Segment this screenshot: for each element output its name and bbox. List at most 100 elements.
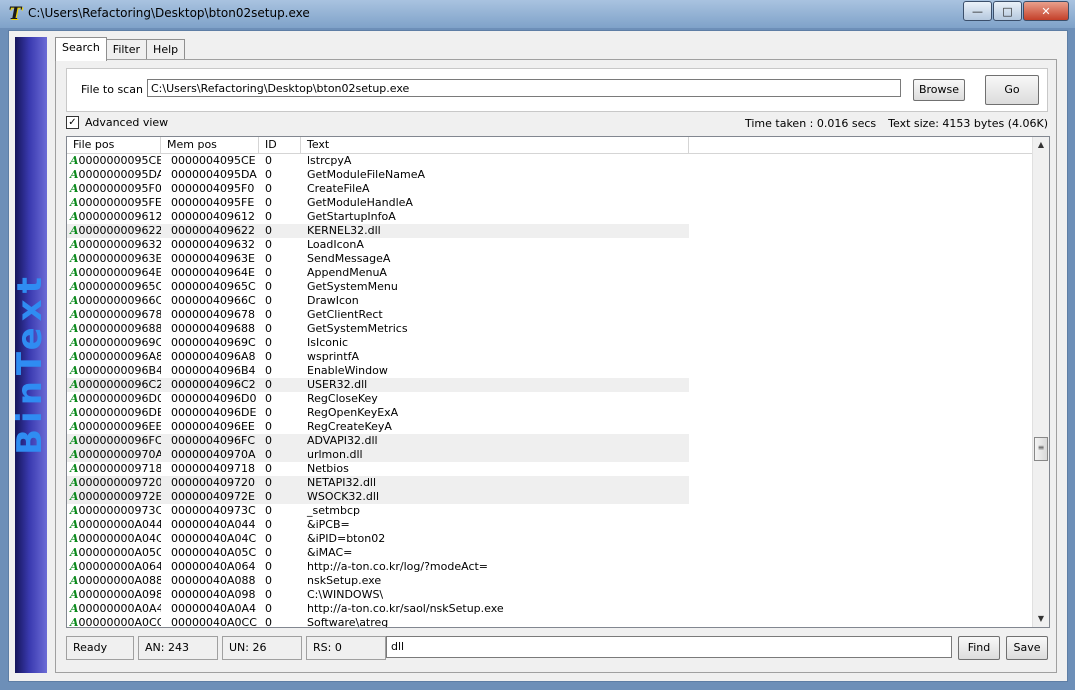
tab-search[interactable]: Search <box>55 37 107 61</box>
column-file-pos[interactable]: File pos <box>67 137 161 153</box>
table-row[interactable]: A 00000000A0A4 00000040A0A4 0 http://a-ton.c… <box>67 602 1033 616</box>
mem-pos-cell: 00000040A088 <box>171 574 256 587</box>
mem-pos-cell: 00000040965C <box>171 280 256 293</box>
id-cell: 0 <box>265 238 272 251</box>
table-row[interactable]: A 00000000964E 00000040964E 0 AppendMenuA <box>67 266 1033 280</box>
file-pos-cell: A 00000000A0A4 <box>67 602 161 616</box>
table-row[interactable]: A 0000000096DE 0000004096DE 0 RegOpenKeyExA <box>67 406 1033 420</box>
table-row[interactable]: A 00000000973C 00000040973C 0 _setmbcp <box>67 504 1033 518</box>
table-row[interactable]: A 00000000A044 00000040A044 0 &iPCB= <box>67 518 1033 532</box>
column-id[interactable]: ID <box>259 137 301 153</box>
ascii-string-icon: A <box>70 154 79 167</box>
table-row[interactable]: A 00000000A0CC 00000040A0CC 0 Software\atreg <box>67 616 1033 627</box>
vertical-scrollbar[interactable]: ▲ ≡ ▼ <box>1032 137 1049 627</box>
mem-pos-cell: 000000409622 <box>161 224 259 238</box>
table-row[interactable]: A 000000009622 000000409622 0 KERNEL32.dll <box>67 224 1033 238</box>
table-row[interactable]: A 00000000969C 00000040969C 0 IsIconic <box>67 336 1033 350</box>
advanced-view-label[interactable]: Advanced view <box>85 116 168 129</box>
text-cell: C:\WINDOWS\ <box>307 588 384 601</box>
bintext-logo: BinText <box>10 271 50 455</box>
table-row[interactable]: A 000000009632 000000409632 0 LoadIconA <box>67 238 1033 252</box>
strings-list[interactable]: File pos Mem pos ID Text A 0000000095CE 00… <box>66 136 1050 628</box>
table-row[interactable]: A 00000000966C 00000040966C 0 DrawIcon <box>67 294 1033 308</box>
text-cell: &iPID=bton02 <box>307 532 386 545</box>
tab-filter[interactable]: Filter <box>105 39 148 61</box>
id-cell: 0 <box>265 532 272 545</box>
mem-pos-cell: 00000040A0A4 <box>171 602 257 615</box>
table-row[interactable]: A 0000000096D0 0000004096D0 0 RegCloseKey <box>67 392 1033 406</box>
table-row[interactable]: A 000000009718 000000409718 0 Netbios <box>67 462 1033 476</box>
ascii-string-icon: A <box>70 546 79 559</box>
browse-button[interactable]: Browse <box>913 79 965 101</box>
scroll-thumb[interactable]: ≡ <box>1034 437 1048 461</box>
table-row[interactable]: A 000000009678 000000409678 0 GetClientRect <box>67 308 1033 322</box>
file-pos-value: 00000000A044 <box>78 518 161 531</box>
table-row[interactable]: A 00000000965C 00000040965C 0 GetSystemMenu <box>67 280 1033 294</box>
table-row[interactable]: A 0000000096C2 0000004096C2 0 USER32.dll <box>67 378 1033 392</box>
mem-pos-cell: 000000409678 <box>171 308 255 321</box>
text-cell: GetModuleHandleA <box>307 196 413 209</box>
tab-help[interactable]: Help <box>146 39 186 61</box>
column-text[interactable]: Text <box>301 137 689 153</box>
id-cell: 0 <box>265 602 272 615</box>
table-row[interactable]: A 0000000095CE 0000004095CE 0 lstrcpyA <box>67 154 1033 168</box>
title-bar[interactable]: T C:\Users\Refactoring\Desktop\bton02set… <box>0 0 1075 28</box>
minimize-button[interactable]: — <box>963 1 992 21</box>
ascii-string-icon: A <box>70 266 79 279</box>
ascii-string-icon: A <box>70 518 79 531</box>
file-pos-value: 00000000A098 <box>78 588 161 601</box>
save-button[interactable]: Save <box>1006 636 1048 660</box>
find-button[interactable]: Find <box>958 636 1000 660</box>
file-pos-value: 0000000096A8 <box>78 350 161 363</box>
table-row[interactable]: A 000000009612 000000409612 0 GetStartupInfo… <box>67 210 1033 224</box>
id-cell: 0 <box>259 476 301 490</box>
scroll-up-icon[interactable]: ▲ <box>1033 137 1049 153</box>
table-row[interactable]: A 000000009720 000000409720 0 NETAPI32.dll <box>67 476 1033 490</box>
table-row[interactable]: A 00000000A098 00000040A098 0 C:\WINDOWS\ <box>67 588 1033 602</box>
table-row[interactable]: A 00000000963E 00000040963E 0 SendMessageA <box>67 252 1033 266</box>
table-row[interactable]: A 0000000096FC 0000004096FC 0 ADVAPI32.dll <box>67 434 1033 448</box>
table-row[interactable]: A 00000000A05C 00000040A05C 0 &iMAC= <box>67 546 1033 560</box>
column-mem-pos[interactable]: Mem pos <box>161 137 259 153</box>
mem-pos-cell: 000000409612 <box>171 210 255 223</box>
ascii-string-icon: A <box>70 350 79 363</box>
close-button[interactable]: ✕ <box>1023 1 1069 21</box>
file-pos-cell: A 000000009688 <box>67 322 161 336</box>
file-pos-value: 00000000964E <box>78 266 161 279</box>
id-cell: 0 <box>259 434 301 448</box>
mem-pos-cell: 00000040A04C <box>171 532 257 545</box>
file-pos-cell: A 00000000A098 <box>67 588 161 602</box>
id-cell: 0 <box>265 266 272 279</box>
table-row[interactable]: A 00000000972E 00000040972E 0 WSOCK32.dll <box>67 490 1033 504</box>
file-to-scan-input[interactable]: C:\Users\Refactoring\Desktop\bton02setup… <box>147 79 901 97</box>
table-row[interactable]: A 0000000096EE 0000004096EE 0 RegCreateKeyA <box>67 420 1033 434</box>
file-pos-value: 00000000A088 <box>78 574 161 587</box>
mem-pos-cell: 0000004096B4 <box>171 364 256 377</box>
file-pos-value: 0000000096C2 <box>78 378 161 391</box>
list-header: File pos Mem pos ID Text <box>67 137 1033 154</box>
id-cell: 0 <box>265 322 272 335</box>
file-pos-value: 000000009688 <box>78 322 161 335</box>
text-cell: http://a-ton.co.kr/log/?modeAct= <box>307 560 489 573</box>
ascii-string-icon: A <box>70 196 79 209</box>
table-row[interactable]: A 000000009688 000000409688 0 GetSystemMetri… <box>67 322 1033 336</box>
mem-pos-cell: 00000040970A <box>161 448 259 462</box>
ascii-string-icon: A <box>70 182 79 195</box>
find-input[interactable]: dll <box>386 636 952 658</box>
table-row[interactable]: A 00000000A064 00000040A064 0 http://a-ton.c… <box>67 560 1033 574</box>
go-button[interactable]: Go <box>985 75 1039 105</box>
table-row[interactable]: A 0000000096A8 0000004096A8 0 wsprintfA <box>67 350 1033 364</box>
file-pos-value: 00000000965C <box>78 280 161 293</box>
table-row[interactable]: A 0000000095F0 0000004095F0 0 CreateFileA <box>67 182 1033 196</box>
maximize-button[interactable]: □ <box>993 1 1022 21</box>
ascii-string-icon: A <box>70 588 79 601</box>
table-row[interactable]: A 00000000970A 00000040970A 0 urlmon.dll <box>67 448 1033 462</box>
table-row[interactable]: A 00000000A04C 00000040A04C 0 &iPID=bton02 <box>67 532 1033 546</box>
table-row[interactable]: A 0000000096B4 0000004096B4 0 EnableWindow <box>67 364 1033 378</box>
scroll-down-icon[interactable]: ▼ <box>1033 611 1049 627</box>
table-row[interactable]: A 00000000A088 00000040A088 0 nskSetup.exe <box>67 574 1033 588</box>
advanced-view-checkbox[interactable]: ✓ <box>66 116 79 129</box>
table-row[interactable]: A 0000000095FE 0000004095FE 0 GetModuleHandl… <box>67 196 1033 210</box>
id-cell: 0 <box>259 448 301 462</box>
table-row[interactable]: A 0000000095DA 0000004095DA 0 GetModuleFileN… <box>67 168 1033 182</box>
